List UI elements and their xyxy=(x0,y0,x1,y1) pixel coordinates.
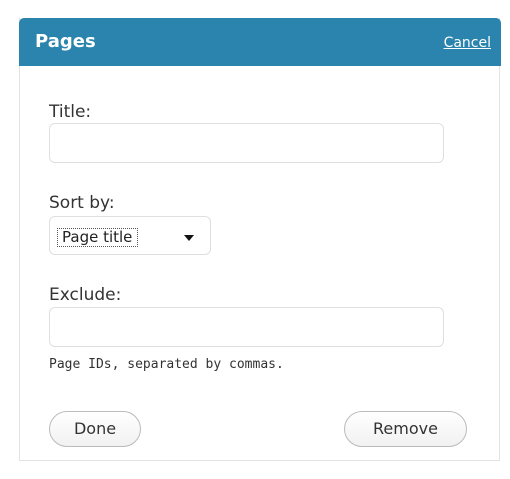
exclude-help-text: Page IDs, separated by commas. xyxy=(49,357,284,372)
widget-header: Pages Cancel xyxy=(19,18,501,66)
sort-by-select[interactable]: Page title xyxy=(49,216,211,255)
exclude-label: Exclude: xyxy=(49,285,122,305)
done-button[interactable]: Done xyxy=(49,411,141,447)
cancel-link[interactable]: Cancel xyxy=(444,34,491,52)
widget-title: Pages xyxy=(35,31,96,52)
remove-button[interactable]: Remove xyxy=(344,411,467,447)
title-input[interactable] xyxy=(49,123,444,163)
sort-by-selected-value: Page title xyxy=(57,228,139,247)
pages-widget: Pages Cancel Title: Sort by: Page title … xyxy=(19,18,501,461)
title-label: Title: xyxy=(49,102,92,122)
chevron-down-icon xyxy=(184,235,194,241)
exclude-input[interactable] xyxy=(49,307,444,347)
sort-by-label: Sort by: xyxy=(49,193,115,213)
